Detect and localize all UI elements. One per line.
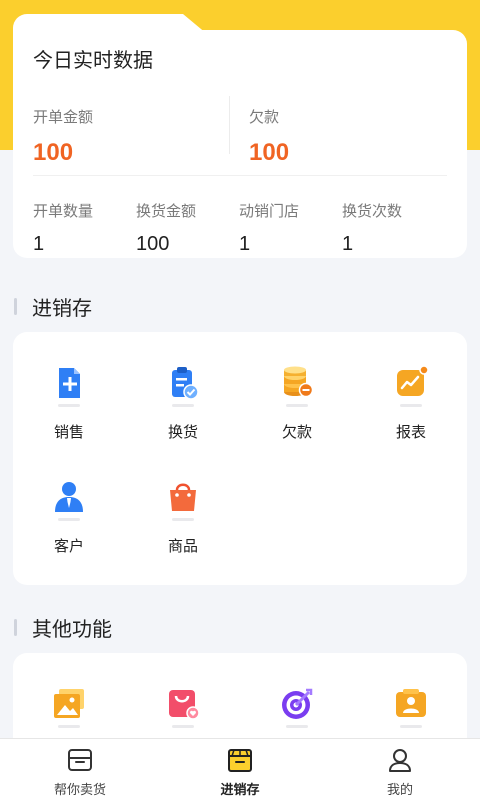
exchange-clipboard-icon [172, 367, 199, 400]
sales-doc-icon [59, 368, 80, 398]
icon-shadow [400, 404, 422, 407]
report-chart-icon [397, 366, 428, 396]
grid-item-label: 商品 [167, 537, 198, 555]
nav-item-sell[interactable]: 帮你卖货 [20, 747, 140, 798]
icon-shadow [172, 725, 194, 728]
nav-label: 我的 [386, 783, 413, 798]
icon-shadow [286, 404, 308, 407]
icon-shadow [172, 404, 194, 407]
product-bag-icon [170, 483, 196, 511]
active-stores-stat[interactable]: 动销门店 1 [239, 200, 299, 256]
today-stats-card: 今日实时数据 开单金额 100 欠款 100 开单数量 1 换货金额 100 动… [13, 14, 467, 258]
grid-item-label: 客户 [53, 537, 84, 555]
section-bar [14, 298, 17, 315]
exchange-count-value: 1 [342, 233, 354, 255]
active-stores-value: 1 [239, 233, 251, 255]
active-stores-label: 动销门店 [239, 202, 300, 220]
gallery-icon [54, 689, 84, 718]
other-item-shop[interactable] [133, 687, 233, 728]
grid-item-report[interactable]: 报表 [361, 366, 461, 442]
section-bar [14, 619, 17, 636]
other-section-title: 其他功能 [14, 613, 112, 642]
exchange-amount-label: 换货金额 [136, 202, 197, 220]
nav-label: 帮你卖货 [53, 783, 106, 798]
inventory-panel: 销售 换货 欠款 报表 客户 商品 [13, 332, 467, 585]
grid-item-label: 销售 [53, 423, 84, 441]
icon-shadow [172, 518, 194, 521]
customer-person-icon [55, 482, 83, 512]
debt-label: 欠款 [249, 108, 280, 126]
debt-coins-icon [284, 366, 314, 398]
grid-item-product[interactable]: 商品 [133, 480, 233, 556]
nav-item-inventory[interactable]: 进销存 [180, 747, 300, 798]
card-title: 今日实时数据 [33, 48, 153, 72]
stats-divider [33, 175, 447, 176]
store-icon [68, 749, 92, 771]
grid-item-exchange[interactable]: 换货 [133, 366, 233, 442]
debt-value: 100 [249, 139, 290, 166]
debt-stat[interactable]: 欠款 100 [249, 106, 289, 167]
nav-label: 进销存 [220, 783, 260, 798]
grid-item-debt[interactable]: 欠款 [247, 366, 347, 442]
contact-card-icon [396, 689, 426, 717]
shop-bag-heart-icon [169, 690, 200, 720]
grid-item-label: 换货 [167, 423, 198, 441]
stat-divider [229, 96, 230, 154]
order-count-stat[interactable]: 开单数量 1 [33, 200, 93, 256]
exchange-amount-value: 100 [136, 233, 170, 255]
profile-icon [389, 749, 411, 772]
icon-shadow [286, 725, 308, 728]
bottom-nav: 帮你卖货 进销存 我的 [0, 738, 480, 800]
nav-item-mine[interactable]: 我的 [340, 747, 460, 798]
order-count-label: 开单数量 [33, 202, 94, 220]
icon-shadow [400, 725, 422, 728]
exchange-amount-stat[interactable]: 换货金额 100 [136, 200, 196, 256]
inventory-section-title: 进销存 [14, 292, 92, 321]
grid-item-label: 欠款 [281, 423, 312, 441]
other-item-gallery[interactable] [19, 687, 119, 728]
exchange-count-stat[interactable]: 换货次数 1 [342, 200, 402, 256]
other-item-contact[interactable] [361, 687, 461, 728]
order-amount-stat[interactable]: 开单金额 100 [33, 106, 93, 167]
grid-item-sales[interactable]: 销售 [19, 366, 119, 442]
target-icon [282, 688, 313, 719]
other-section-label: 其他功能 [32, 617, 112, 641]
exchange-count-label: 换货次数 [342, 202, 403, 220]
other-item-target[interactable] [247, 687, 347, 728]
inventory-section-label: 进销存 [32, 296, 92, 320]
icon-shadow [58, 725, 80, 728]
icon-shadow [58, 518, 80, 521]
grid-item-customer[interactable]: 客户 [19, 480, 119, 556]
stats-card-body: 今日实时数据 开单金额 100 欠款 100 开单数量 1 换货金额 100 动… [13, 30, 467, 258]
order-amount-value: 100 [33, 139, 74, 166]
order-amount-label: 开单金额 [33, 108, 94, 126]
inventory-icon [228, 749, 252, 772]
icon-shadow [58, 404, 80, 407]
grid-item-label: 报表 [395, 423, 426, 441]
order-count-value: 1 [33, 233, 45, 255]
